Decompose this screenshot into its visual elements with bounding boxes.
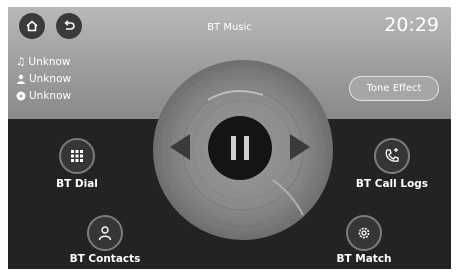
phone-log-icon [385, 148, 399, 162]
disc-icon [16, 91, 26, 101]
bt-contacts-button[interactable] [87, 215, 123, 251]
clock: 20:29 [384, 14, 439, 36]
gear-icon [358, 227, 370, 239]
previous-track-button[interactable] [170, 134, 190, 160]
pause-icon [231, 136, 249, 160]
bt-match-label: BT Match [336, 253, 392, 265]
artist-row: Unknow [16, 73, 71, 85]
bt-dial-button[interactable] [59, 138, 95, 174]
bt-music-screen: BT Music 20:29 ♫ Unknow Unknow Unknow To… [8, 7, 451, 269]
contacts-icon [98, 226, 112, 241]
bt-contacts-label: BT Contacts [69, 253, 141, 265]
pause-button[interactable] [208, 116, 272, 180]
bt-match-button[interactable] [346, 215, 382, 251]
album-row: Unknow [16, 90, 71, 102]
bt-dial-label: BT Dial [56, 178, 98, 190]
bt-call-logs-label: BT Call Logs [355, 178, 429, 190]
dialpad-icon [71, 150, 83, 162]
song-row: ♫ Unknow [16, 56, 71, 68]
artist-name: Unknow [29, 73, 72, 85]
album-name: Unknow [29, 90, 72, 102]
tone-effect-button[interactable]: Tone Effect [349, 76, 439, 101]
music-note-icon: ♫ [16, 56, 26, 68]
song-name: Unknow [28, 56, 71, 68]
bt-call-logs-button[interactable] [374, 138, 410, 174]
next-track-button[interactable] [290, 134, 310, 160]
person-icon [17, 74, 25, 84]
